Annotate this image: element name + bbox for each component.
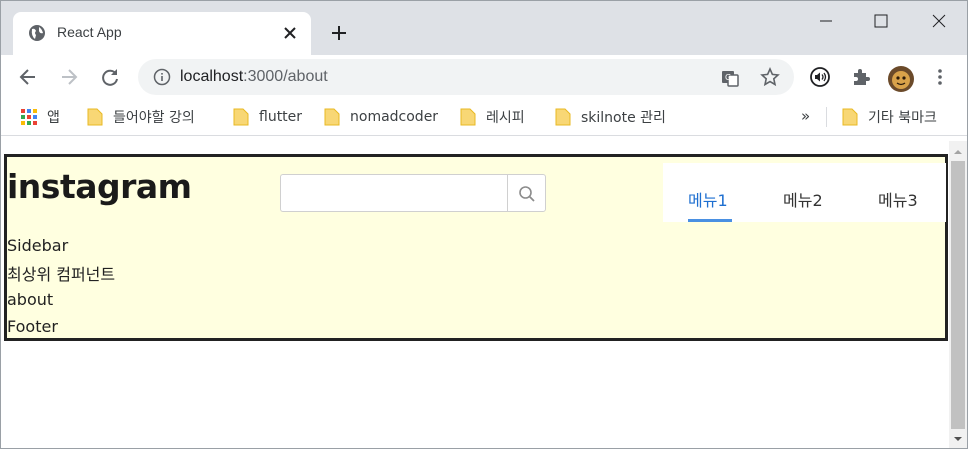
bookmarks-bar: 앱 들어야할 강의 flutter nomadcoder 레시피 skilnot… — [1, 99, 967, 136]
info-icon[interactable] — [153, 68, 171, 86]
forward-arrow-icon[interactable] — [58, 66, 80, 88]
search-input[interactable] — [280, 174, 508, 212]
bookmark-label: 들어야할 강의 — [113, 110, 195, 126]
bookmark-folder[interactable]: 들어야할 강의 — [87, 107, 195, 127]
browser-tab[interactable]: React App — [13, 12, 311, 55]
bookmark-star-icon[interactable] — [760, 67, 780, 87]
maximize-icon[interactable] — [861, 9, 901, 33]
logo-text: instagram — [7, 167, 192, 206]
about-text: about — [7, 290, 54, 309]
root-component-text: 최상위 컴퍼넌트 — [7, 265, 116, 284]
bookmark-other-folder[interactable]: 기타 북마크 — [842, 107, 937, 127]
bookmark-apps[interactable]: 앱 — [21, 107, 60, 127]
menu-item-3[interactable]: 메뉴3 — [878, 187, 918, 211]
bookmark-label: skilnote 관리 — [581, 110, 666, 126]
top-menu: 메뉴1 메뉴2 메뉴3 — [663, 163, 946, 222]
close-tab-icon[interactable] — [281, 24, 299, 42]
menu-item-2[interactable]: 메뉴2 — [783, 187, 823, 211]
folder-icon — [460, 108, 476, 126]
back-arrow-icon[interactable] — [17, 66, 39, 88]
bookmark-folder[interactable]: nomadcoder — [324, 107, 438, 127]
reload-icon[interactable] — [99, 66, 121, 88]
svg-text:G: G — [725, 73, 731, 82]
new-tab-icon[interactable] — [329, 23, 349, 43]
tab-title: React App — [57, 24, 122, 40]
apps-grid-icon — [21, 109, 37, 125]
bookmarks-overflow-button[interactable]: » — [801, 107, 810, 125]
scrollbar-thumb[interactable] — [951, 161, 965, 429]
browser-toolbar: localhost:3000/about G — [1, 55, 967, 99]
kebab-menu-icon[interactable] — [929, 66, 951, 88]
search-icon — [519, 186, 535, 202]
app-container: instagram 메뉴1 메뉴2 메뉴3 Sidebar 최상위 컴퍼넌트 a… — [4, 154, 948, 341]
bookmark-label: 레시피 — [486, 110, 525, 126]
tab-strip: React App — [1, 1, 967, 55]
page-viewport: instagram 메뉴1 메뉴2 메뉴3 Sidebar 최상위 컴퍼넌트 a… — [1, 141, 949, 448]
globe-icon — [29, 25, 45, 41]
sidebar-text: Sidebar — [7, 236, 69, 255]
folder-icon — [842, 108, 858, 126]
folder-icon — [555, 108, 571, 126]
window-close-icon[interactable] — [919, 9, 959, 33]
url-text: localhost:3000/about — [180, 68, 328, 85]
folder-icon — [233, 108, 249, 126]
footer-text: Footer — [7, 317, 58, 336]
scroll-down-arrow-icon[interactable] — [953, 434, 963, 444]
bookmark-folder[interactable]: flutter — [233, 107, 302, 127]
extensions-puzzle-icon[interactable] — [850, 66, 872, 88]
menu-item-1[interactable]: 메뉴1 — [688, 187, 728, 211]
profile-avatar-icon[interactable] — [887, 65, 915, 93]
translate-icon[interactable]: G — [720, 68, 740, 88]
bookmark-label: 기타 북마크 — [868, 110, 937, 126]
vertical-scrollbar[interactable] — [949, 141, 967, 448]
bookmark-label: 앱 — [47, 110, 60, 126]
bookmark-label: nomadcoder — [350, 109, 439, 125]
search-button[interactable] — [507, 174, 546, 212]
folder-icon — [87, 108, 103, 126]
bookmark-label: flutter — [259, 109, 303, 125]
minimize-icon[interactable] — [806, 9, 846, 33]
browser-window: React App localhost:3000/about G 앱 들어야할 … — [0, 0, 968, 449]
bookmarks-divider — [826, 107, 827, 127]
active-menu-indicator — [688, 219, 732, 222]
address-bar[interactable]: localhost:3000/about G — [138, 59, 794, 95]
bookmark-folder[interactable]: skilnote 관리 — [555, 107, 666, 127]
bookmark-folder[interactable]: 레시피 — [460, 107, 525, 127]
search-box — [280, 174, 546, 212]
scroll-up-arrow-icon[interactable] — [953, 147, 963, 157]
audio-extension-icon[interactable] — [809, 66, 831, 88]
folder-icon — [324, 108, 340, 126]
